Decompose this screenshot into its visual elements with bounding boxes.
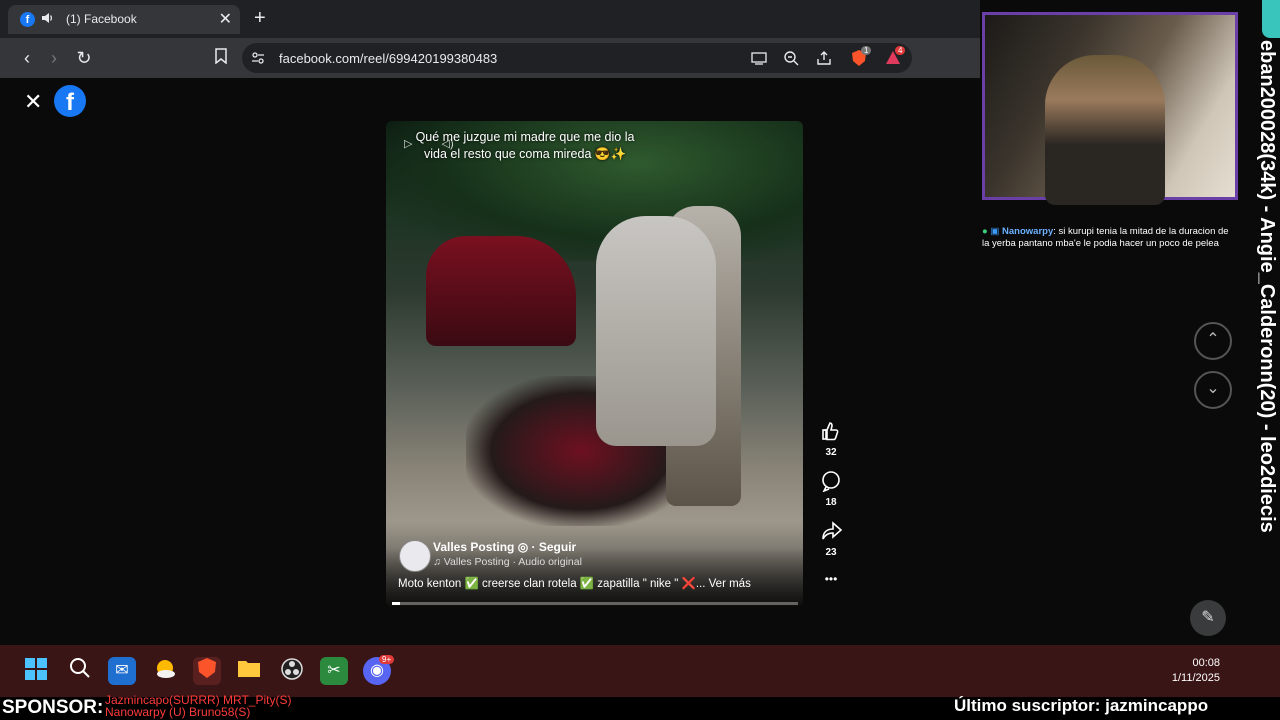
- new-tab-button[interactable]: +: [254, 7, 266, 30]
- clock-time: 00:08: [1192, 657, 1220, 669]
- search-icon[interactable]: [66, 657, 94, 685]
- cast-icon[interactable]: [750, 50, 768, 71]
- clock-date: 1/11/2025: [1171, 672, 1220, 684]
- mail-icon[interactable]: ✉: [108, 657, 136, 685]
- tab-title: (1) Facebook: [66, 12, 137, 26]
- overlay-corner-accent: [1262, 0, 1280, 38]
- system-clock[interactable]: 00:08 1/11/2025: [1150, 656, 1220, 686]
- chat-sub-icon: ▣: [990, 226, 1000, 237]
- video-caption: Qué me juzgue mi madre que me dio la vid…: [415, 130, 635, 161]
- comment-icon: [822, 471, 840, 492]
- vertical-ticker: eban200028(34k) - Angie_Calderonn(20) - …: [1252, 40, 1280, 720]
- share-reel-button[interactable]: 23: [816, 520, 846, 560]
- discord-badge: 9+: [379, 655, 395, 664]
- like-icon: [822, 422, 839, 441]
- chevron-up-icon[interactable]: ⌃: [1194, 322, 1232, 360]
- rewards-badge: 4: [895, 46, 906, 55]
- video-progress[interactable]: [392, 602, 798, 605]
- more-icon[interactable]: •••: [816, 572, 846, 586]
- speaker-icon[interactable]: [40, 11, 54, 30]
- edit-icon[interactable]: ✎: [1190, 600, 1226, 636]
- brave-shield-icon[interactable]: 1: [850, 46, 872, 72]
- reel-video[interactable]: ▷ ◁) Qué me juzgue mi madre que me dio l…: [386, 121, 803, 606]
- sponsor-label: SPONSOR:: [2, 697, 104, 718]
- chat-badge-icon: ●: [982, 226, 988, 237]
- like-button[interactable]: 32: [816, 420, 846, 460]
- sponsor-names: Jazmincapo(SURRR) MRT_Pity(S) Nanowarpy …: [105, 694, 291, 718]
- windows-start-icon[interactable]: [22, 657, 50, 685]
- page-name[interactable]: Valles Posting: [433, 540, 514, 554]
- chat-username: Nanowarpy: [1002, 226, 1054, 237]
- page-avatar[interactable]: [399, 540, 431, 572]
- streamer-silhouette: [1045, 55, 1165, 205]
- video-scene-person-front: [596, 216, 716, 446]
- page-name-row: Valles Posting ◎ · Seguir: [433, 540, 576, 554]
- verified-icon: ◎ ·: [517, 540, 539, 554]
- facebook-logo[interactable]: f: [54, 85, 86, 117]
- brave-rewards-icon[interactable]: 4: [884, 46, 906, 72]
- comment-button[interactable]: 18: [816, 470, 846, 510]
- music-note-icon: ♫: [433, 556, 444, 568]
- vertical-ticker-text: eban200028(34k) - Angie_Calderonn(20) - …: [1256, 40, 1278, 533]
- webcam-feed: [982, 12, 1238, 205]
- comment-count: 18: [825, 497, 837, 508]
- audio-label: Valles Posting · Audio original: [443, 556, 582, 568]
- forward-icon[interactable]: ›: [44, 48, 64, 68]
- reload-icon[interactable]: ↻: [74, 48, 94, 68]
- audio-row[interactable]: ♫ Valles Posting · Audio original: [433, 556, 582, 568]
- video-scene-car: [426, 236, 576, 346]
- share-reel-icon: [822, 521, 843, 540]
- last-subscriber: Último suscriptor: jazmincappo: [954, 696, 1209, 715]
- shield-badge: 1: [861, 46, 872, 55]
- zoom-icon[interactable]: [783, 50, 799, 71]
- file-explorer-icon[interactable]: [235, 657, 263, 685]
- follow-link[interactable]: Seguir: [539, 540, 576, 554]
- chat-message: ● ▣ Nanowarpy: si kurupi tenia la mitad …: [982, 226, 1229, 249]
- chevron-down-icon[interactable]: ⌄: [1194, 371, 1232, 409]
- windows-taskbar: ✉ ✂ ◉ 9+: [0, 645, 1280, 697]
- snipping-tool-icon[interactable]: ✂: [320, 657, 348, 685]
- back-icon[interactable]: ‹: [17, 48, 37, 68]
- video-progress-fill: [392, 602, 401, 605]
- share-icon[interactable]: [816, 50, 832, 71]
- browser-tab[interactable]: f (1) Facebook ✕: [8, 5, 240, 34]
- tab-close-icon[interactable]: ✕: [219, 9, 232, 29]
- share-count: 23: [825, 547, 837, 558]
- like-count: 32: [825, 447, 837, 458]
- reel-description[interactable]: Moto kenton ✅ creerse clan rotela ✅ zapa…: [398, 576, 751, 590]
- sponsor-line-2: Nanowarpy (U) Bruno58(S): [105, 705, 251, 719]
- weather-icon[interactable]: [151, 657, 179, 685]
- obs-icon[interactable]: [278, 657, 306, 685]
- url-text: facebook.com/reel/699420199380483: [279, 51, 498, 66]
- facebook-icon: f: [20, 12, 35, 27]
- close-reel-icon[interactable]: ✕: [24, 89, 42, 115]
- site-settings-icon[interactable]: [250, 50, 266, 71]
- brave-browser-icon[interactable]: [193, 657, 221, 685]
- bookmark-icon[interactable]: [211, 48, 231, 68]
